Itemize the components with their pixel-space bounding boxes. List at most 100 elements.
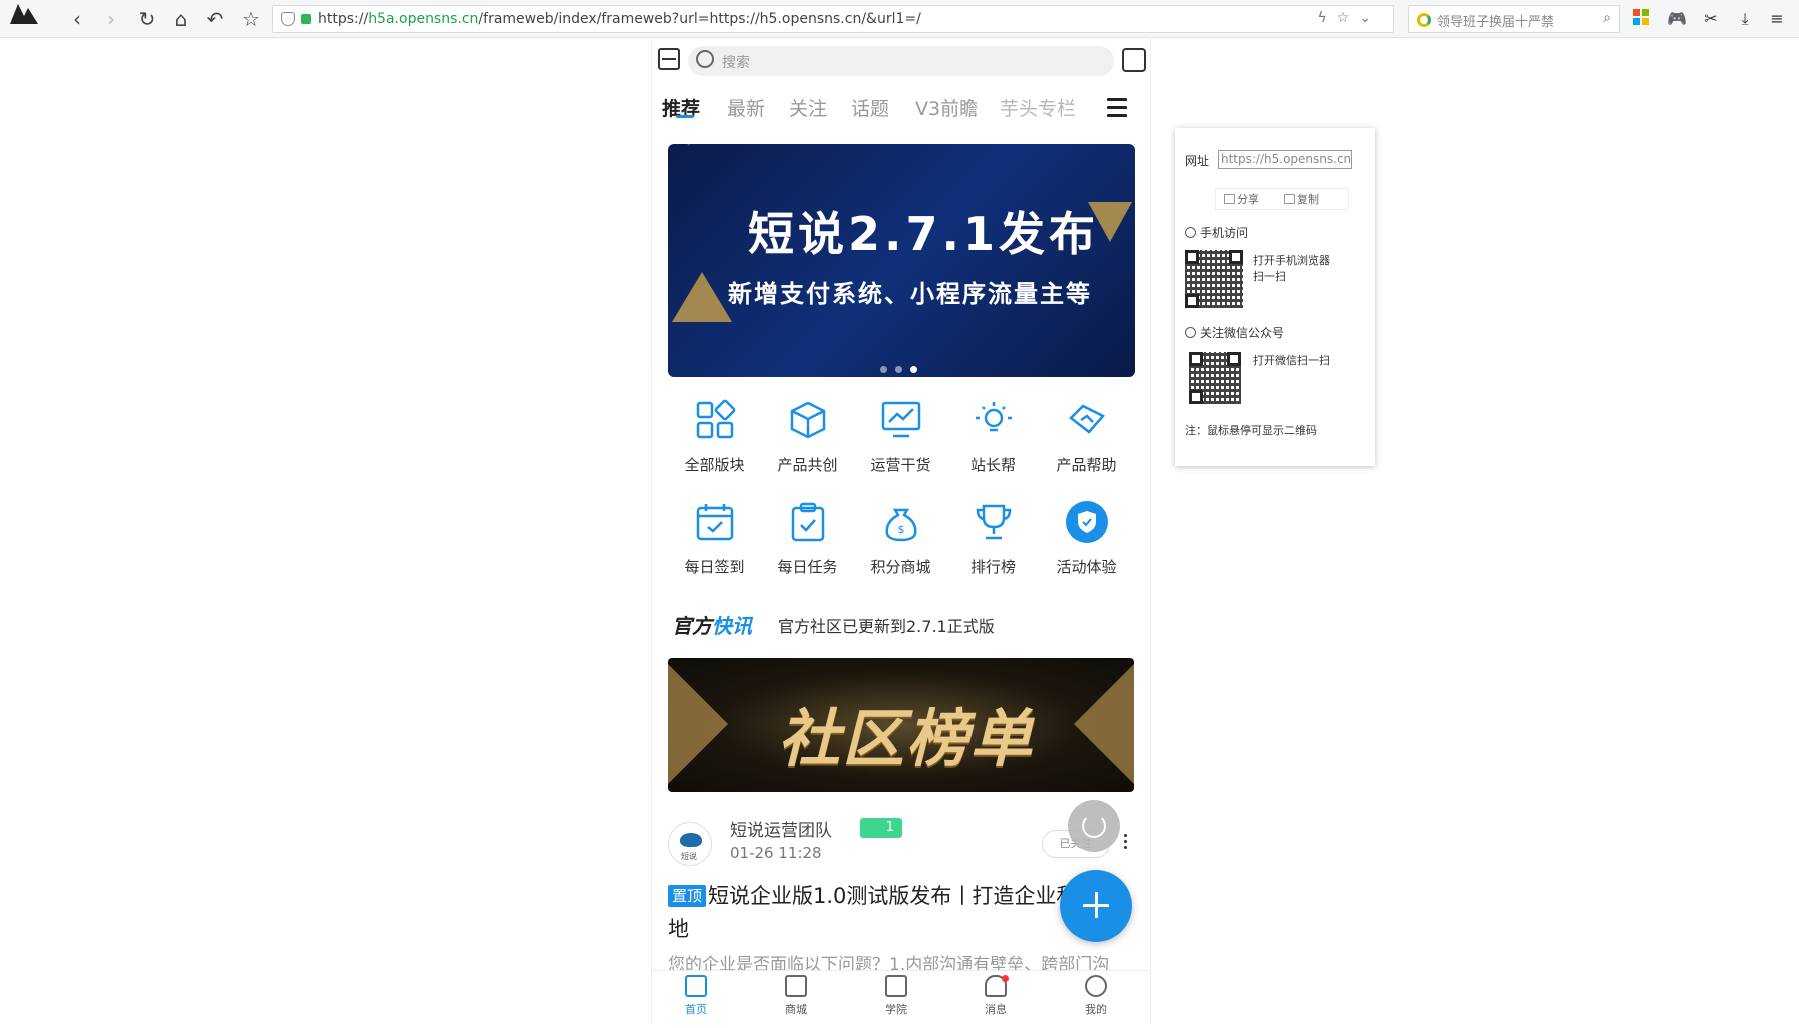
grid-item-daily-checkin[interactable]: 每日签到 xyxy=(668,500,761,577)
avatar[interactable]: 短说 xyxy=(668,822,712,866)
bird-logo-icon xyxy=(680,833,702,847)
carousel-dot-active[interactable] xyxy=(910,366,917,373)
browser-search-text: 领导班子换届十严禁 xyxy=(1437,15,1555,30)
grid-item-label: 运营干货 xyxy=(870,456,931,474)
back-icon[interactable]: ‹ xyxy=(66,8,88,30)
search-engine-icon xyxy=(1417,13,1431,27)
grid-item-co-create[interactable]: 产品共创 xyxy=(761,398,854,475)
grid-item-label: 产品帮助 xyxy=(1056,456,1117,474)
home-icon[interactable]: ⌂ xyxy=(170,8,192,30)
nav-label: 学院 xyxy=(885,1003,907,1016)
svg-text:$: $ xyxy=(897,523,904,536)
share-button[interactable]: 分享 xyxy=(1224,191,1259,207)
grid-item-product-help[interactable]: 产品帮助 xyxy=(1040,398,1133,475)
wechat-title: 关注微信公众号 xyxy=(1185,324,1284,341)
shopping-bag-icon xyxy=(785,975,807,997)
grid-item-activities[interactable]: 活动体验 xyxy=(1040,500,1133,577)
pinned-badge: 置顶 xyxy=(668,885,707,907)
level-badge: 1 xyxy=(860,818,902,838)
cube-icon xyxy=(786,398,830,442)
chart-monitor-icon xyxy=(879,398,923,442)
grid-item-points-mall[interactable]: $ 积分商城 xyxy=(854,500,947,577)
promo-banner[interactable]: 短说2.7.1发布 新增支付系统、小程序流量主等 xyxy=(668,144,1135,377)
nav-mall[interactable]: 商城 xyxy=(766,975,826,1017)
game-controller-icon[interactable]: 🎮 xyxy=(1666,8,1688,30)
grid-item-daily-tasks[interactable]: 每日任务 xyxy=(761,500,854,577)
address-bar[interactable]: https://h5a.opensns.cn/frameweb/index/fr… xyxy=(272,5,1394,33)
book-icon xyxy=(885,975,907,997)
home-icon xyxy=(685,975,707,997)
grid-item-label: 产品共创 xyxy=(777,456,838,474)
shield-badge-icon xyxy=(1065,500,1109,544)
lock-icon xyxy=(301,14,311,24)
carousel-dot[interactable] xyxy=(895,366,902,373)
security-shield-icon xyxy=(281,12,295,26)
search-input[interactable]: 搜索 xyxy=(688,46,1114,76)
banner-decoration xyxy=(1074,664,1134,784)
reload-icon[interactable]: ↻ xyxy=(136,8,158,30)
hamburger-menu-icon[interactable] xyxy=(1107,98,1127,122)
nav-academy[interactable]: 学院 xyxy=(866,975,926,1017)
carousel-dots[interactable] xyxy=(880,358,925,377)
nav-label: 首页 xyxy=(685,1003,707,1016)
undo-icon[interactable]: ↶ xyxy=(204,8,226,30)
share-icon xyxy=(1224,194,1235,204)
tab-following[interactable]: 关注 xyxy=(789,94,827,121)
banner-subtitle: 新增支付系统、小程序流量主等 xyxy=(728,280,1092,308)
tab-topics[interactable]: 话题 xyxy=(851,94,889,121)
refresh-button[interactable] xyxy=(1068,800,1120,852)
grid-item-label: 每日签到 xyxy=(684,558,745,576)
scissors-icon[interactable]: ✂ xyxy=(1700,8,1722,30)
menu-icon[interactable]: ≡ xyxy=(1766,8,1788,30)
banner-triangle xyxy=(672,272,732,322)
grid-item-operations[interactable]: 运营干货 xyxy=(854,398,947,475)
nav-label: 消息 xyxy=(985,1003,1007,1016)
browser-search-box[interactable]: 领导班子换届十严禁 ⌕ xyxy=(1408,5,1620,33)
banner-title: 短说2.7.1发布 xyxy=(748,207,1099,261)
add-post-button[interactable] xyxy=(1060,870,1132,942)
grid-item-leaderboard[interactable]: 排行榜 xyxy=(947,500,1040,577)
banner-decoration xyxy=(668,664,728,784)
news-text: 官方社区已更新到2.7.1正式版 xyxy=(778,617,995,636)
banner-decoration xyxy=(687,144,827,146)
search-icon xyxy=(696,50,714,68)
copy-button[interactable]: 复制 xyxy=(1284,191,1319,207)
post-author[interactable]: 短说运营团队 xyxy=(730,816,832,841)
grid-item-webmaster[interactable]: 站长帮 xyxy=(947,398,1040,475)
wechat-qr-code xyxy=(1189,352,1241,404)
handshake-icon xyxy=(1065,398,1109,442)
nav-profile[interactable]: 我的 xyxy=(1066,975,1126,1017)
tab-latest[interactable]: 最新 xyxy=(727,94,765,121)
nav-messages[interactable]: 消息 xyxy=(966,975,1026,1017)
grid-item-label: 站长帮 xyxy=(970,456,1016,474)
mobile-viewport: 搜索 推荐 最新 关注 话题 V3前瞻 芋头专栏 短说2.7.1发布 新增支付系… xyxy=(651,38,1151,1023)
grid-item-label: 积分商城 xyxy=(870,558,931,576)
tab-v3-preview[interactable]: V3前瞻 xyxy=(915,94,978,121)
more-options-icon[interactable] xyxy=(1124,834,1128,852)
bookmark-star-icon[interactable]: ☆ xyxy=(240,8,262,30)
community-ranking-banner[interactable]: 社区榜单 xyxy=(668,658,1134,792)
unread-dot xyxy=(1002,975,1009,982)
address-url[interactable]: https://h5a.opensns.cn/frameweb/index/fr… xyxy=(318,11,921,27)
active-tab-indicator xyxy=(676,115,694,118)
clipboard-check-icon xyxy=(786,500,830,544)
mobile-hint-2: 扫一扫 xyxy=(1253,270,1286,283)
download-icon[interactable]: ⤓ xyxy=(1734,8,1756,30)
grid-item-label: 全部版块 xyxy=(684,456,745,474)
nav-home[interactable]: 首页 xyxy=(666,975,726,1017)
search-icon[interactable]: ⌕ xyxy=(1603,10,1611,26)
share-panel: 网址 https://h5.opensns.cn/ 分享 复制 手机访问 打开手… xyxy=(1175,128,1375,466)
share-url-field[interactable]: https://h5.opensns.cn/ xyxy=(1218,150,1352,169)
carousel-dot[interactable] xyxy=(880,366,887,373)
grid-item-all-boards[interactable]: 全部版块 xyxy=(668,398,761,475)
compose-icon[interactable] xyxy=(1122,48,1146,72)
apps-grid-icon[interactable] xyxy=(1630,8,1652,30)
mobile-qr-code xyxy=(1185,250,1243,308)
tab-column[interactable]: 芋头专栏 xyxy=(1000,94,1076,121)
address-bar-actions[interactable]: ϟ☆⌄ xyxy=(1317,10,1381,26)
phone-icon xyxy=(1185,227,1196,238)
scan-icon[interactable] xyxy=(658,48,680,70)
forward-icon[interactable]: › xyxy=(100,8,122,30)
official-news-ticker[interactable]: 官方快讯 官方社区已更新到2.7.1正式版 xyxy=(672,610,1132,638)
lightbulb-icon xyxy=(972,398,1016,442)
